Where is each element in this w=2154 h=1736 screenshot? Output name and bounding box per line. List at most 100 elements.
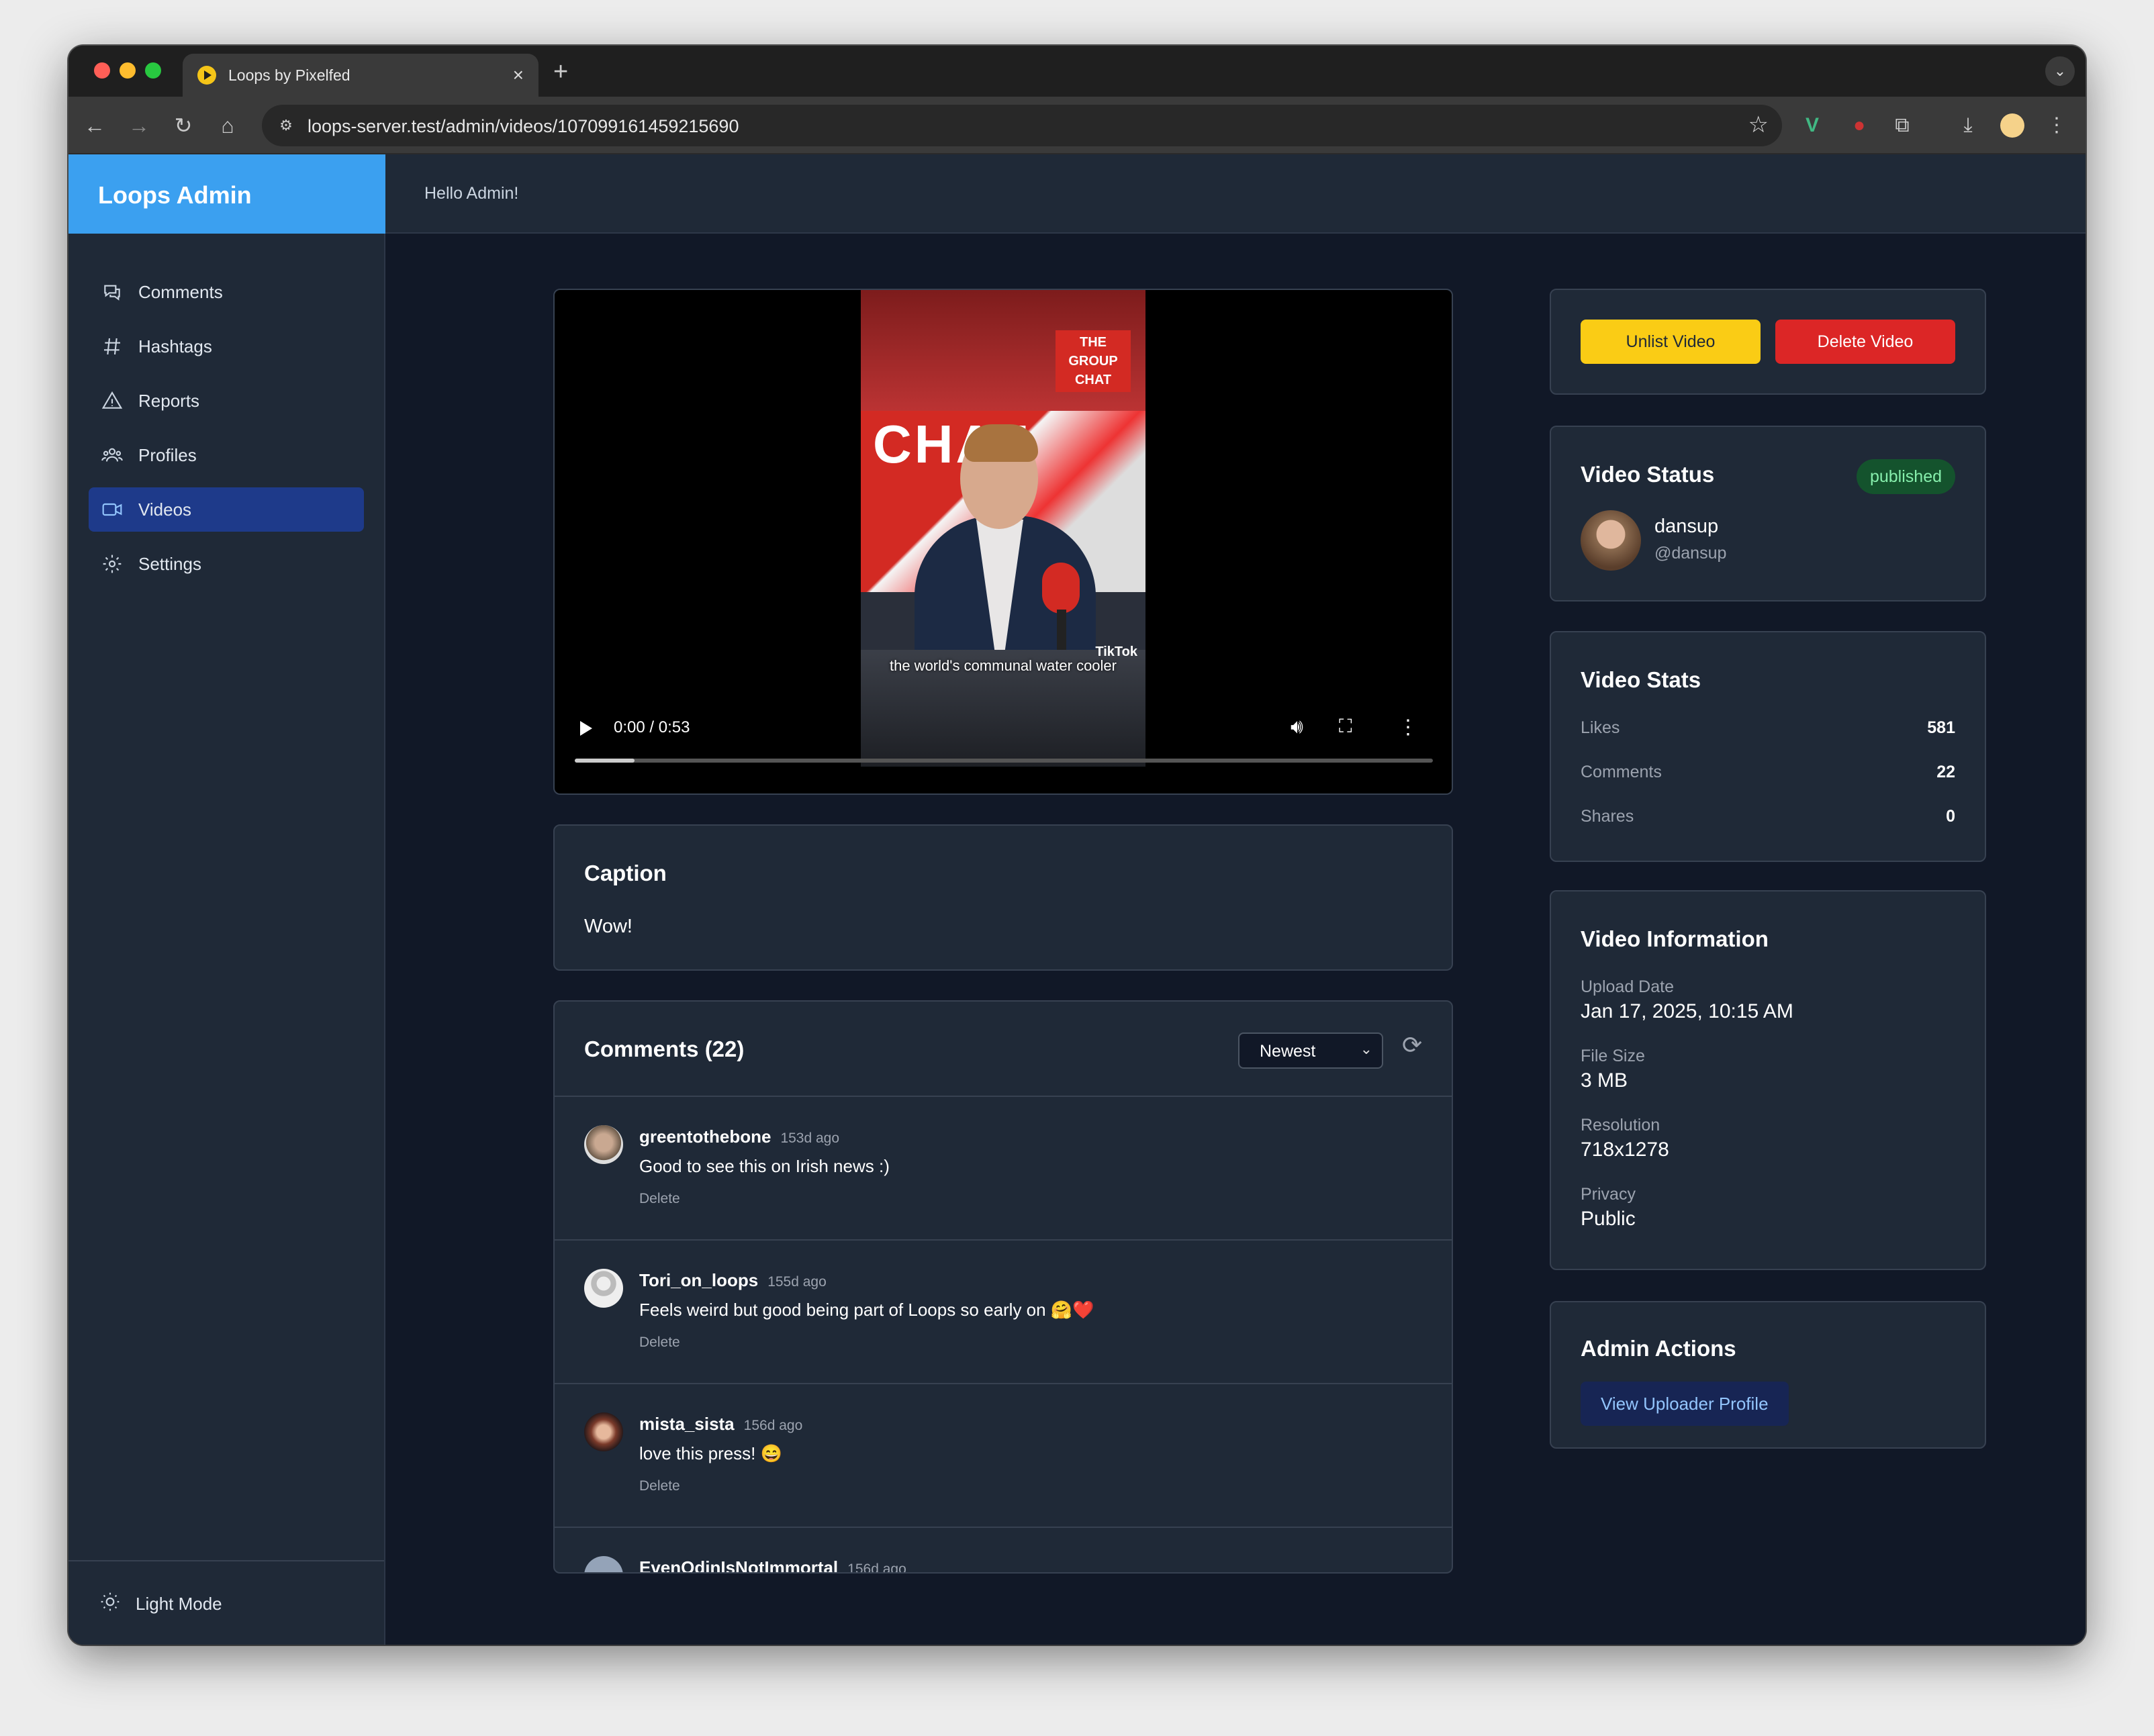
group-chat-logo: THE GROUP CHAT <box>1056 330 1131 392</box>
comment-author[interactable]: EvenOdinIsNotImmortal 156d ago <box>639 1557 906 1574</box>
delete-video-button[interactable]: Delete Video <box>1775 320 1955 364</box>
top-bar: Hello Admin! <box>385 154 2086 234</box>
light-mode-toggle[interactable]: Light Mode <box>99 1591 222 1617</box>
reload-icon[interactable]: ↻ <box>167 109 200 142</box>
play-icon[interactable] <box>580 721 592 736</box>
comment-author[interactable]: mista_sista 156d ago <box>639 1414 802 1435</box>
info-label: Resolution <box>1581 1116 1660 1135</box>
avatar[interactable] <box>584 1269 623 1308</box>
maximize-window-button[interactable] <box>145 62 161 79</box>
info-value: Jan 17, 2025, 10:15 AM <box>1581 1000 1793 1022</box>
comment-author[interactable]: greentothebone 153d ago <box>639 1126 839 1147</box>
stat-row: Comments 22 <box>1581 763 1955 782</box>
download-icon[interactable]: ⤓ <box>1953 110 1983 141</box>
comment-time: 156d ago <box>847 1561 906 1574</box>
refresh-icon[interactable]: ⟳ <box>1402 1031 1422 1059</box>
brand-logo[interactable]: Loops Admin <box>68 154 385 234</box>
tab-title: Loops by Pixelfed <box>228 66 350 84</box>
more-options-icon[interactable]: ⋮ <box>1398 716 1418 739</box>
stat-label: Shares <box>1581 807 1634 826</box>
stat-row: Likes 581 <box>1581 718 1955 738</box>
stat-value: 22 <box>1936 763 1955 781</box>
extensions-puzzle-icon[interactable]: ⧉ <box>1887 110 1918 141</box>
loops-favicon-icon <box>197 66 216 85</box>
greeting: Hello Admin! <box>424 184 519 203</box>
browser-toolbar: ← → ↻ ⌂ ⚙ loops-server.test/admin/videos… <box>68 97 2086 154</box>
tab-search-icon[interactable]: ⌄ <box>2045 56 2075 86</box>
avatar[interactable] <box>584 1412 623 1451</box>
sidebar-item-label: Profiles <box>138 444 197 465</box>
forward-icon[interactable]: → <box>122 109 156 142</box>
delete-comment-link[interactable]: Delete <box>639 1335 680 1351</box>
sidebar-item-label: Reports <box>138 390 200 411</box>
new-tab-icon[interactable]: + <box>553 58 568 87</box>
address-bar[interactable]: ⚙ loops-server.test/admin/videos/1070991… <box>262 105 1782 146</box>
stat-label: Comments <box>1581 763 1662 781</box>
comment-time: 153d ago <box>780 1130 840 1146</box>
tab-bar: Loops by Pixelfed × + ⌄ <box>68 46 2086 97</box>
back-icon[interactable]: ← <box>78 109 111 142</box>
video-progress-fill <box>575 759 635 763</box>
video-stats-card: Video Stats Likes 581 Comments 22 Shares 0 <box>1550 631 1986 862</box>
comments-card: Comments (22) Newest ⌄ ⟳ greentothebone 15… <box>553 1000 1453 1574</box>
card-title: Caption <box>584 861 667 885</box>
users-icon <box>99 442 125 468</box>
vue-devtools-icon[interactable]: V <box>1797 110 1828 141</box>
video-time: 0:00 / 0:53 <box>614 718 690 736</box>
minimize-window-button[interactable] <box>120 62 136 79</box>
logo-line: GROUP <box>1068 354 1118 369</box>
uploader-username[interactable]: dansup <box>1654 516 1718 538</box>
close-tab-icon[interactable]: × <box>513 64 524 86</box>
stat-value: 0 <box>1946 807 1955 826</box>
avatar[interactable] <box>584 1556 623 1572</box>
sidebar-item-videos[interactable]: Videos <box>89 487 364 532</box>
sidebar-item-profiles[interactable]: Profiles <box>89 433 364 477</box>
logo-line: THE <box>1080 335 1107 350</box>
microphone-icon <box>1042 563 1080 614</box>
sun-icon <box>99 1591 121 1617</box>
info-label: Privacy <box>1581 1185 1636 1204</box>
volume-icon[interactable]: 🔊︎ <box>1291 716 1303 738</box>
sort-value: Newest <box>1260 1042 1316 1061</box>
delete-comment-link[interactable]: Delete <box>639 1478 680 1494</box>
card-title: Admin Actions <box>1581 1336 1736 1361</box>
extension-badge-icon[interactable]: ● <box>1844 110 1875 141</box>
info-value: Public <box>1581 1208 1636 1230</box>
comment-time: 155d ago <box>767 1274 827 1290</box>
video-progress-bar[interactable] <box>575 759 1433 763</box>
gear-icon <box>99 551 125 577</box>
sidebar-item-label: Comments <box>138 281 223 302</box>
url-text: loops-server.test/admin/videos/107099161… <box>308 116 739 136</box>
site-info-icon[interactable]: ⚙ <box>274 113 298 138</box>
browser-menu-icon[interactable]: ⋮ <box>2041 110 2072 141</box>
sidebar-item-settings[interactable]: Settings <box>89 542 364 586</box>
comments-title: Comments (22) <box>584 1036 745 1061</box>
comment-text: Good to see this on Irish news :) <box>639 1156 890 1176</box>
sidebar-item-comments[interactable]: Comments <box>89 270 364 314</box>
unlist-video-button[interactable]: Unlist Video <box>1581 320 1761 364</box>
sidebar-footer: Light Mode <box>68 1560 384 1645</box>
comment-text: Feels weird but good being part of Loops… <box>639 1300 1094 1320</box>
sidebar-item-hashtags[interactable]: Hashtags <box>89 324 364 369</box>
home-icon[interactable]: ⌂ <box>211 109 244 142</box>
info-label: File Size <box>1581 1047 1645 1065</box>
list-item: Tori_on_loops 155d ago Feels weird but go… <box>555 1241 1452 1384</box>
stat-label: Likes <box>1581 718 1620 737</box>
avatar[interactable] <box>584 1125 623 1164</box>
warning-icon <box>99 388 125 414</box>
bookmark-star-icon[interactable]: ☆ <box>1748 111 1769 138</box>
fullscreen-icon[interactable]: ⛶ <box>1339 716 1352 738</box>
delete-comment-link[interactable]: Delete <box>639 1191 680 1207</box>
comment-author[interactable]: Tori_on_loops 155d ago <box>639 1270 827 1291</box>
profile-avatar-icon[interactable] <box>1997 110 2028 141</box>
admin-app: Loops Admin Hello Admin! Comments Hashta… <box>68 154 2086 1645</box>
comment-sort-select[interactable]: Newest ⌄ <box>1238 1032 1383 1069</box>
comment-time: 156d ago <box>743 1418 803 1433</box>
avatar[interactable] <box>1581 510 1641 571</box>
sidebar-item-reports[interactable]: Reports <box>89 379 364 423</box>
close-window-button[interactable] <box>94 62 110 79</box>
chevron-down-icon: ⌄ <box>1360 1041 1372 1057</box>
browser-tab[interactable]: Loops by Pixelfed × <box>183 54 538 97</box>
view-uploader-profile-button[interactable]: View Uploader Profile <box>1581 1382 1789 1426</box>
video-player[interactable]: THE GROUP CHAT CHAT TikTok the world's c… <box>553 289 1453 795</box>
